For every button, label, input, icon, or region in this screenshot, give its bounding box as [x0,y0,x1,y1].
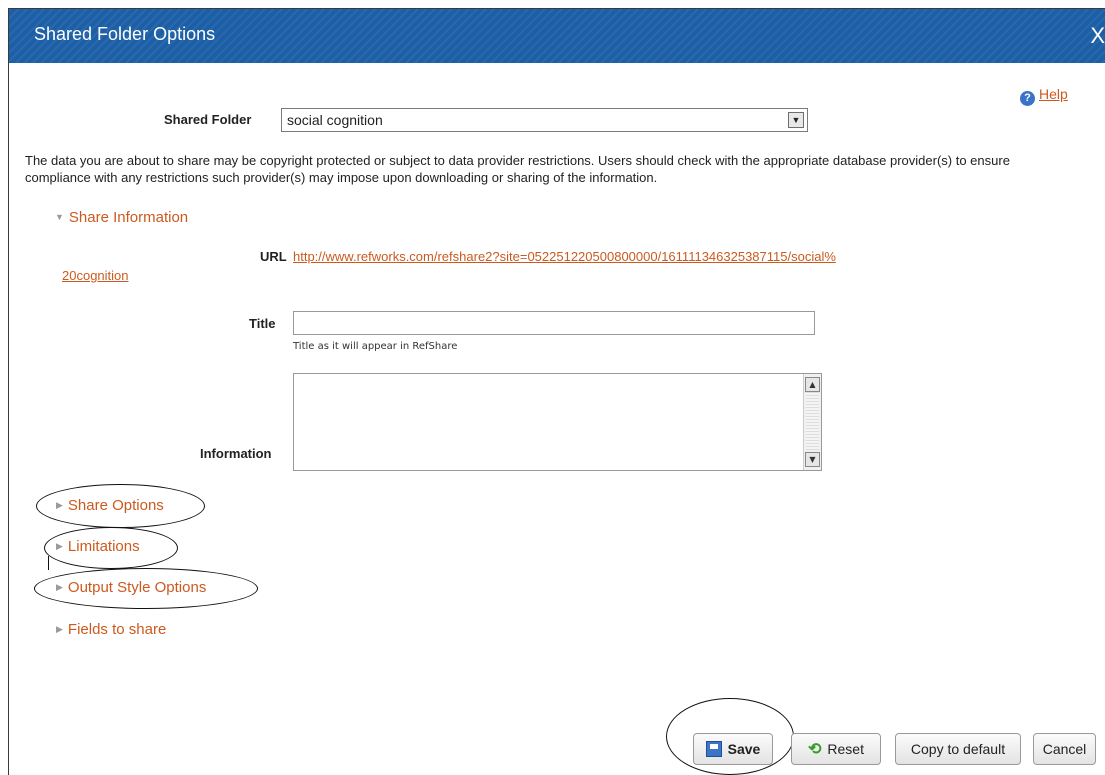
refresh-icon: ⟲ [808,741,822,758]
share-url-link-continued[interactable]: 20cognition [62,268,129,283]
copyright-notice: The data you are about to share may be c… [25,153,1010,185]
title-input[interactable] [293,311,815,335]
help-link[interactable]: ? Help [1020,86,1068,106]
reset-button[interactable]: ⟲ Reset [791,733,881,765]
annotation-circle [44,527,178,569]
chevron-down-icon[interactable]: ▼ [788,112,804,128]
title-hint: Title as it will appear in RefShare [293,341,458,352]
shared-folder-select[interactable]: social cognition ▼ [281,108,808,132]
close-icon[interactable]: X [1090,23,1105,49]
annotation-circle [34,568,258,609]
triangle-right-icon: ▶ [56,624,63,634]
annotation-circle [36,484,205,528]
help-link-label[interactable]: Help [1039,86,1068,102]
share-url-link[interactable]: http://www.refworks.com/refshare2?site=0… [293,249,836,264]
url-label: URL [260,249,287,264]
triangle-down-icon: ▼ [55,212,64,222]
information-label: Information [200,446,272,461]
scroll-up-icon[interactable]: ▲ [805,377,820,392]
question-circle-icon: ? [1020,91,1035,106]
scroll-down-icon[interactable]: ▼ [805,452,820,467]
dialog-title: Shared Folder Options [34,24,216,44]
section-label: Share Information [68,209,189,226]
section-share-information[interactable]: ▼ Share Information [55,209,188,226]
shared-folder-label: Shared Folder [164,112,252,127]
shared-folder-value: social cognition [287,112,383,128]
information-textarea[interactable]: ▲ ▼ [293,373,822,471]
cancel-button[interactable]: Cancel [1033,733,1096,765]
annotation-circle [666,698,794,775]
annotation-tick [48,556,49,570]
title-label: Title [249,316,276,331]
copy-to-default-button[interactable]: Copy to default [895,733,1021,765]
scroll-track[interactable] [806,392,819,450]
section-label: Fields to share [67,621,167,638]
dialog-titlebar: Shared Folder Options X [9,9,1105,63]
information-scrollbar[interactable]: ▲ ▼ [803,374,821,470]
section-fields-to-share[interactable]: ▶ Fields to share [56,621,166,638]
